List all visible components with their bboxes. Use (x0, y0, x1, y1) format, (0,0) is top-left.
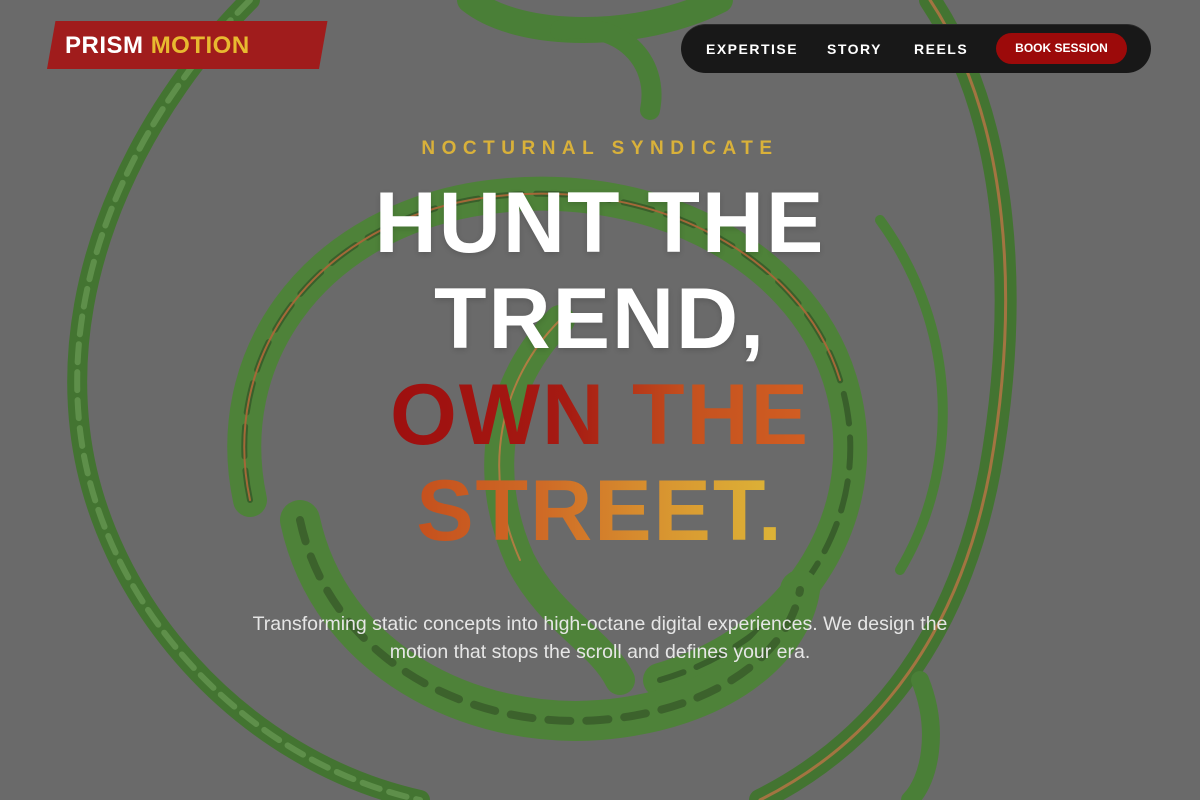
headline-line-4: STREET. (416, 463, 784, 559)
nav-link-story[interactable]: STORY (827, 40, 882, 58)
logo-word-motion: MOTION (150, 32, 250, 59)
top-nav: EXPERTISE STORY REELS BOOK SESSION (681, 24, 1151, 73)
hero-description: Transforming static concepts into high-o… (252, 612, 948, 663)
nav-link-expertise[interactable]: EXPERTISE (706, 40, 798, 58)
headline-line-3: OWN THE (389, 367, 811, 463)
book-session-button[interactable]: BOOK SESSION (996, 33, 1127, 64)
logo-word-prism: PRISM (65, 32, 144, 59)
headline-line-1: HUNT THE (374, 175, 826, 271)
hero-eyebrow: NOCTURNAL SYNDICATE (421, 138, 779, 159)
nav-link-reels[interactable]: REELS (914, 40, 968, 58)
headline-line-2: TREND, (433, 271, 767, 367)
logo[interactable]: PRISM MOTION (65, 31, 250, 61)
hero-headline: HUNT THE TREND, OWN THE STREET. (0, 175, 1200, 559)
